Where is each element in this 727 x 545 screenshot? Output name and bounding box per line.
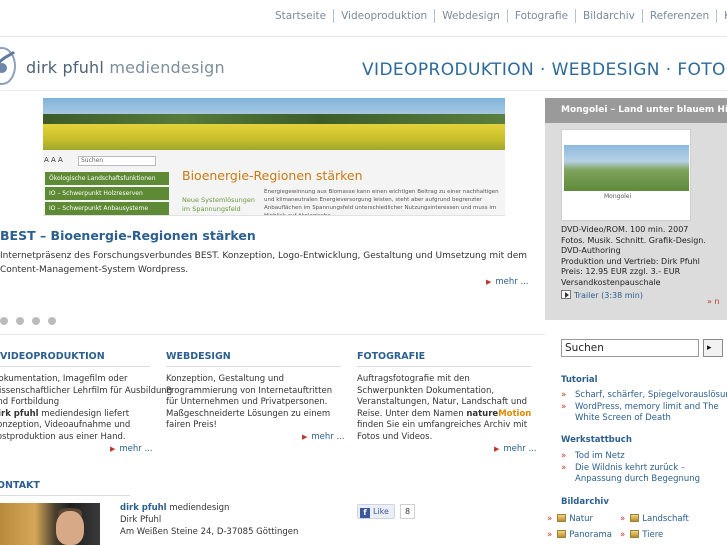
image-folder-icon [557,530,567,538]
videoproduktion-heading[interactable]: VIDEOPRODUKTION [0,351,105,362]
banner-rapeseed-field [43,124,505,150]
nav-kontakt[interactable]: Ko [717,9,727,23]
banner-trees [43,114,505,124]
divider [0,495,130,496]
promo-next-link[interactable]: » n [707,297,727,309]
bildarchiv-item-tiere[interactable]: » Tiere [620,530,663,540]
contact-address: Am Weißen Steine 24, D-37085 Göttingen [120,527,299,537]
slider-image[interactable]: A A A Suchen Ökologische Landschaftsfunk… [43,98,505,216]
tutorial-list: Scharf, schärfer, Spiegelvorauslösung Wo… [561,390,727,425]
banner-nav-item: IO – Schwerpunkt Anbausysteme [45,202,169,215]
search-input[interactable]: Suchen [561,339,699,357]
tutorial-heading[interactable]: Tutorial [561,375,598,385]
list-item[interactable]: Die Wildnis kehrt zurück – Anpassung dur… [561,463,727,486]
fotografie-more-link[interactable]: ▶ mehr ... [494,444,537,454]
fotografie-heading[interactable]: FOTOGRAFIE [357,351,425,362]
divider [0,366,150,367]
slider-dot[interactable] [32,317,40,325]
leaf-eye-logo[interactable] [0,46,18,86]
contact-brand: dirk pfuhl [120,503,167,513]
fotografie-text: Auftragsfotografie mit den Schwerpunkten… [357,374,532,442]
image-folder-icon [630,514,640,522]
webdesign-more-link[interactable]: ▶ mehr ... [302,432,345,442]
nav-videoproduktion[interactable]: Videoproduktion [334,9,436,23]
search-submit-button[interactable]: ▸ [703,339,723,357]
banner-nav-item: IO – Schwerpunkt Holzreserven [45,187,169,200]
cover-title: Mongolei [604,193,632,200]
bildarchiv-item-panorama[interactable]: » Panorama [547,530,612,540]
bildarchiv-item-natur[interactable]: » Natur [547,514,593,524]
nav-webdesign[interactable]: Webdesign [435,9,508,23]
list-item[interactable]: Tod im Netz [561,451,727,463]
arrow-right-icon: ▶ [302,433,308,441]
like-count: 8 [400,504,416,519]
videoproduktion-more-link[interactable]: ▶ mehr ... [110,444,153,454]
portrait-face [56,511,84,545]
list-item[interactable]: Scharf, schärfer, Spiegelvorauslösung [561,390,727,402]
feature-title[interactable]: BEST – Bioenergie-Regionen stärken [0,228,256,243]
werkstattbuch-list: Tod im Netz Die Wildnis kehrt zurück – A… [561,451,727,486]
divider [0,334,545,335]
list-item[interactable]: WordPress, memory limit and The White Sc… [561,402,727,425]
divider [357,366,532,367]
arrow-right-icon: ▶ [486,278,492,286]
feature-more-link[interactable]: ▶ mehr ... [486,277,529,287]
feature-description: Internetpräsenz des Forschungsverbundes … [0,251,528,275]
image-folder-icon [630,530,640,538]
banner-text: Energiegewinnung aus Biomasse kann einen… [264,189,499,216]
slider-dot[interactable] [0,317,8,325]
portrait-photo [0,503,100,545]
contact-name: Dirk Pfuhl [120,515,162,525]
webdesign-heading[interactable]: WEBDESIGN [166,351,231,362]
play-icon [561,290,571,299]
nav-bildarchiv[interactable]: Bildarchiv [576,9,643,23]
tagline: VIDEOPRODUKTION · WEBDESIGN · FOTOGRA [362,60,727,80]
nav-referenzen[interactable]: Referenzen [643,9,718,23]
brand-name[interactable]: dirk pfuhl mediendesign [26,58,225,77]
banner-search-field: Suchen [78,156,156,166]
kontakt-heading[interactable]: KONTAKT [0,480,40,491]
promo-title[interactable]: Mongolei – Land unter blauem Himmel [545,98,727,123]
divider [166,366,341,367]
text-size-controls: A A A [44,156,63,164]
arrow-right-icon: ▶ [494,445,500,453]
banner-nav: Ökologische Landschaftsfunktionen IO – S… [45,172,169,215]
divider [0,36,727,37]
slider-pagination [0,310,64,329]
dvd-cover-image[interactable]: Mongolei [561,129,691,221]
contact-info: dirk pfuhl mediendesign Dirk Pfuhl Am We… [120,503,299,537]
trailer-link[interactable]: Trailer (3:38 min) [561,290,643,300]
slider-dot[interactable] [16,317,24,325]
nav-startseite[interactable]: Startseite [268,9,335,23]
arrow-right-icon: ▶ [110,445,116,453]
banner-nav-item: Ökologische Landschaftsfunktionen [45,172,169,185]
banner-subtitle: Neue Systemlösungen im Spannungsfeld [182,196,255,213]
werkstattbuch-heading[interactable]: Werkstattbuch [561,435,632,445]
image-folder-icon [557,514,567,522]
videoproduktion-text: Dokumentation, Imagefilm oder wissenscha… [0,374,173,442]
webdesign-text: Konzeption, Gestaltung und Programmierun… [166,374,333,430]
top-navigation: Startseite Videoproduktion Webdesign Fotogr… [268,9,727,25]
facebook-icon: f [360,508,370,518]
nav-fotografie[interactable]: Fotografie [508,9,577,23]
cover-landscape [564,145,689,191]
facebook-like-button[interactable]: f Like [357,504,395,519]
promo-details: DVD-Video/ROM. 100 min. 2007 Fotos. Musi… [561,225,706,287]
divider [0,90,727,91]
bildarchiv-item-landschaft[interactable]: » Landschaft [620,514,689,524]
slider-dot[interactable] [48,317,56,325]
bildarchiv-heading[interactable]: Bildarchiv [561,497,609,507]
banner-title: Bioenergie-Regionen stärken [182,168,363,183]
dvd-promo-box: Mongolei – Land unter blauem Himmel Mong… [545,98,727,320]
